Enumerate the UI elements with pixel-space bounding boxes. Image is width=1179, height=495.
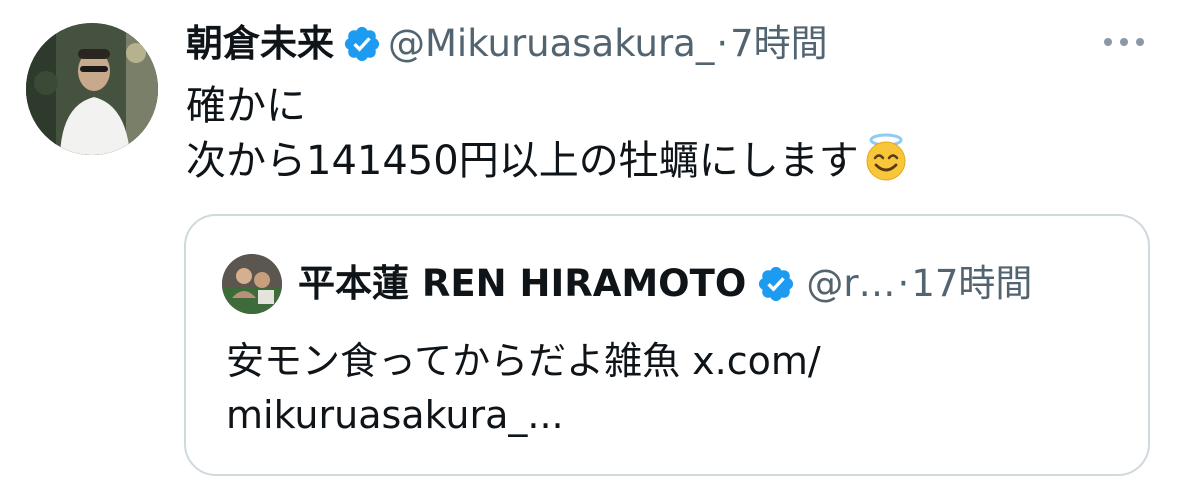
tweet-text-segment: 次から141450円以上の牡蠣にします: [186, 138, 859, 184]
quoted-header-separator: ·: [897, 262, 910, 305]
quoted-verified-badge-icon: [756, 264, 796, 304]
smiling-face-with-halo-icon: [861, 133, 911, 183]
quoted-author-handle[interactable]: @r…: [806, 256, 895, 312]
more-options-button[interactable]: [1098, 26, 1150, 58]
tweet-timestamp[interactable]: 7時間: [730, 17, 828, 71]
header-separator: ·: [716, 22, 729, 65]
author-display-name[interactable]: 朝倉未来: [186, 17, 334, 71]
quoted-text-line: 安モン食ってからだよ雑魚 x.com/: [226, 339, 821, 383]
quoted-tweet-timestamp[interactable]: 17時間: [911, 256, 1032, 312]
quoted-author-avatar[interactable]: [222, 254, 282, 314]
quoted-text-line: mikuruasakura_...: [226, 393, 564, 437]
tweet-body: 確かに 次から141450円以上の牡蠣にします: [186, 79, 1146, 188]
quoted-tweet-body: 安モン食ってからだよ雑魚 x.com/ mikuruasakura_...: [226, 334, 1126, 442]
more-horizontal-icon: [1104, 38, 1144, 46]
verified-badge-icon: [342, 24, 382, 64]
quoted-tweet-header: 平本蓮 REN HIRAMOTO @r… · 17時間: [298, 256, 1032, 312]
avatar-photo: [26, 23, 158, 155]
quoted-author-display-name[interactable]: 平本蓮 REN HIRAMOTO: [298, 256, 746, 312]
author-avatar[interactable]: [26, 23, 158, 155]
tweet-text-line: 次から141450円以上の牡蠣にします: [186, 133, 1146, 188]
author-handle[interactable]: @Mikuruasakura_: [388, 17, 714, 71]
tweet-header: 朝倉未来 @Mikuruasakura_ · 7時間: [186, 17, 828, 71]
quoted-tweet-card[interactable]: 平本蓮 REN HIRAMOTO @r… · 17時間 安モン食ってからだよ雑魚…: [184, 214, 1150, 476]
tweet-text-line: 確かに: [186, 83, 306, 129]
quoted-avatar-photo: [222, 254, 282, 314]
